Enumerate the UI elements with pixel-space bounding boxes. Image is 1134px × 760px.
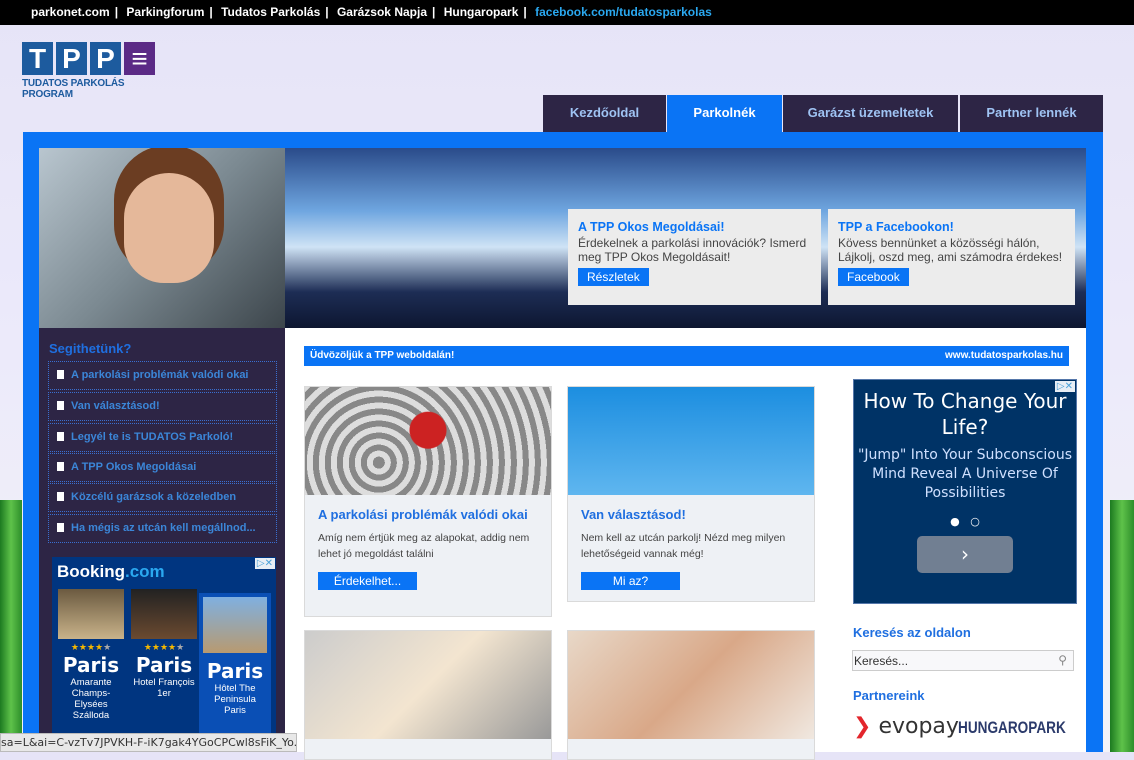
- grass-decoration: [0, 500, 22, 752]
- sidebar-title: Segithetünk?: [49, 341, 132, 356]
- ad-title: How To Change Your Life?: [863, 389, 1067, 439]
- article-card: [567, 630, 815, 760]
- document-icon: [57, 432, 64, 441]
- booking-logo: Booking.com: [57, 562, 165, 581]
- tab-parkolnek[interactable]: Parkolnék: [667, 95, 782, 132]
- sidebar-item[interactable]: A TPP Okos Megoldásai: [48, 453, 277, 482]
- search-heading: Keresés az oldalon: [853, 625, 971, 640]
- logo-stripes-icon: ≡: [124, 42, 155, 75]
- sidebar-item[interactable]: Legyél te is TUDATOS Parkoló!: [48, 423, 277, 452]
- hotel-name: Amarante Champs-Elysées Szálloda: [70, 677, 112, 721]
- carousel-dots[interactable]: ● ○: [854, 515, 1076, 528]
- driver-photo: [305, 631, 551, 739]
- logo-letter: P: [90, 42, 121, 75]
- hotel-name: Hotel François 1er: [133, 677, 195, 699]
- card-text: Nem kell az utcán parkolj! Nézd meg mily…: [581, 532, 786, 560]
- document-icon: [57, 401, 64, 410]
- sidebar-item-label: Van választásod!: [71, 400, 160, 412]
- what-is-it-button[interactable]: Mi az?: [581, 572, 680, 590]
- card-title[interactable]: A parkolási problémák valódi okai: [318, 508, 538, 522]
- sidebar-item-label: Közcélú garázsok a közeledben: [71, 491, 237, 503]
- welcome-bar: Üdvözöljük a TPP weboldalán! www.tudatos…: [304, 346, 1069, 366]
- hotel-city: Paris: [206, 659, 264, 683]
- ad-close-icon[interactable]: ▷✕: [254, 558, 275, 569]
- tab-partner-lennek[interactable]: Partner lennék: [960, 95, 1103, 132]
- sidebar-item-label: Ha mégis az utcán kell megállnod...: [71, 522, 256, 534]
- link-parkingforum[interactable]: Parkingforum: [126, 5, 204, 19]
- promo-text: Kövess bennünket a közösségi hálón, Lájk…: [838, 236, 1063, 264]
- tab-kezdooldal[interactable]: Kezdőoldal: [543, 95, 666, 132]
- search-icon[interactable]: ⚲: [1058, 653, 1067, 667]
- hotel-card[interactable]: ★★★★★ Paris Hotel François 1er: [131, 589, 197, 699]
- link-parkonet[interactable]: parkonet.com: [31, 5, 110, 19]
- sidebar-item[interactable]: Van választásod!: [48, 392, 277, 421]
- question-gears-image: [305, 387, 551, 495]
- logo-letter: P: [56, 42, 87, 75]
- sidebar-item[interactable]: Közcélú garázsok a közeledben: [48, 483, 277, 512]
- ad-subtitle: "Jump" Into Your Subconscious Mind Revea…: [857, 447, 1073, 501]
- sidebar-item-label: A parkolási problémák valódi okai: [71, 369, 249, 381]
- facebook-button[interactable]: Facebook: [838, 268, 909, 286]
- hotel-city: Paris: [135, 653, 193, 677]
- star-rating: ★★★★★: [143, 642, 185, 652]
- tpp-logo[interactable]: T P P ≡ TUDATOS PARKOLÁS PROGRAM: [22, 42, 167, 100]
- sidebar-item[interactable]: A parkolási problémák valódi okai: [48, 361, 277, 390]
- article-card: Van választásod! Nem kell az utcán parko…: [567, 386, 815, 602]
- hotel-name: Hôtel The Peninsula Paris: [214, 683, 256, 716]
- document-icon: [57, 492, 64, 501]
- hotel-card[interactable]: Paris Hôtel The Peninsula Paris: [199, 593, 271, 752]
- details-button[interactable]: Részletek: [578, 268, 649, 286]
- hungaropark-logo[interactable]: HUNGAROPARK: [958, 718, 1066, 738]
- link-facebook[interactable]: facebook.com/tudatosparkolas: [535, 5, 712, 19]
- document-icon: [57, 462, 64, 471]
- star-rating: ★★★★★: [70, 642, 112, 652]
- link-garazsok-napja[interactable]: Garázsok Napja: [337, 5, 427, 19]
- site-url: www.tudatosparkolas.hu: [945, 350, 1063, 361]
- promo-title: TPP a Facebookon!: [838, 220, 954, 234]
- card-text: Amíg nem értjük meg az alapokat, addig n…: [318, 532, 530, 560]
- hotel-city: Paris: [62, 653, 120, 677]
- hotel-card[interactable]: ★★★★★ Paris Amarante Champs-Elysées Szállo…: [58, 589, 124, 721]
- status-bar-url: sa=L&ai=C-vzTv7JPVKH-F-iK7gak4YGoCPCwl8s…: [0, 733, 297, 752]
- promo-facebook: TPP a Facebookon! Kövess bennünket a köz…: [828, 209, 1075, 305]
- document-icon: [57, 523, 64, 532]
- partners-heading: Partnereink: [853, 688, 925, 703]
- article-card: A parkolási problémák valódi okai Amíg n…: [304, 386, 552, 617]
- card-title[interactable]: Van választásod!: [581, 508, 801, 522]
- promo-title: A TPP Okos Megoldásai!: [578, 220, 725, 234]
- sidebar-item-label: Legyél te is TUDATOS Parkoló!: [71, 431, 234, 443]
- document-icon: [57, 370, 64, 379]
- logo-subtitle: TUDATOS PARKOLÁS PROGRAM: [22, 78, 125, 100]
- hero-photo: [39, 148, 285, 328]
- promo-text: Érdekelnek a parkolási innovációk? Ismer…: [578, 236, 807, 264]
- tab-garazst-uzemeltetek[interactable]: Garázst üzemeltetek: [783, 95, 958, 132]
- booking-ad[interactable]: Booking.com ▷✕ ★★★★★ Paris Amarante Champs…: [52, 557, 276, 752]
- sidebar-item-label: A TPP Okos Megoldásai: [71, 461, 197, 473]
- link-tudatos-parkolas[interactable]: Tudatos Parkolás: [221, 5, 320, 19]
- life-ad[interactable]: ▷✕ How To Change Your Life? "Jump" Into …: [853, 379, 1077, 604]
- grass-decoration: [1110, 500, 1134, 752]
- sidebar-item[interactable]: Ha mégis az utcán kell megállnod...: [48, 514, 277, 543]
- ad-close-icon[interactable]: ▷✕: [1054, 381, 1075, 392]
- promo-smart-solutions: A TPP Okos Megoldásai! Érdekelnek a park…: [568, 209, 821, 305]
- road-signs-image: [568, 387, 814, 495]
- next-arrow-button[interactable]: ›: [917, 536, 1013, 573]
- logo-letter: T: [22, 42, 53, 75]
- read-more-button[interactable]: Érdekelhet...: [318, 572, 417, 590]
- family-photo: [568, 631, 814, 739]
- search-placeholder: Keresés...: [854, 654, 909, 668]
- article-card: [304, 630, 552, 760]
- evopay-logo[interactable]: ❯ evopay: [853, 714, 959, 739]
- welcome-text: Üdvözöljük a TPP weboldalán!: [310, 350, 455, 361]
- search-input[interactable]: Keresés... ⚲: [852, 650, 1074, 671]
- top-links-bar: parkonet.com | Parkingforum | Tudatos Park…: [0, 0, 1134, 25]
- link-hungaropark[interactable]: Hungaropark: [444, 5, 519, 19]
